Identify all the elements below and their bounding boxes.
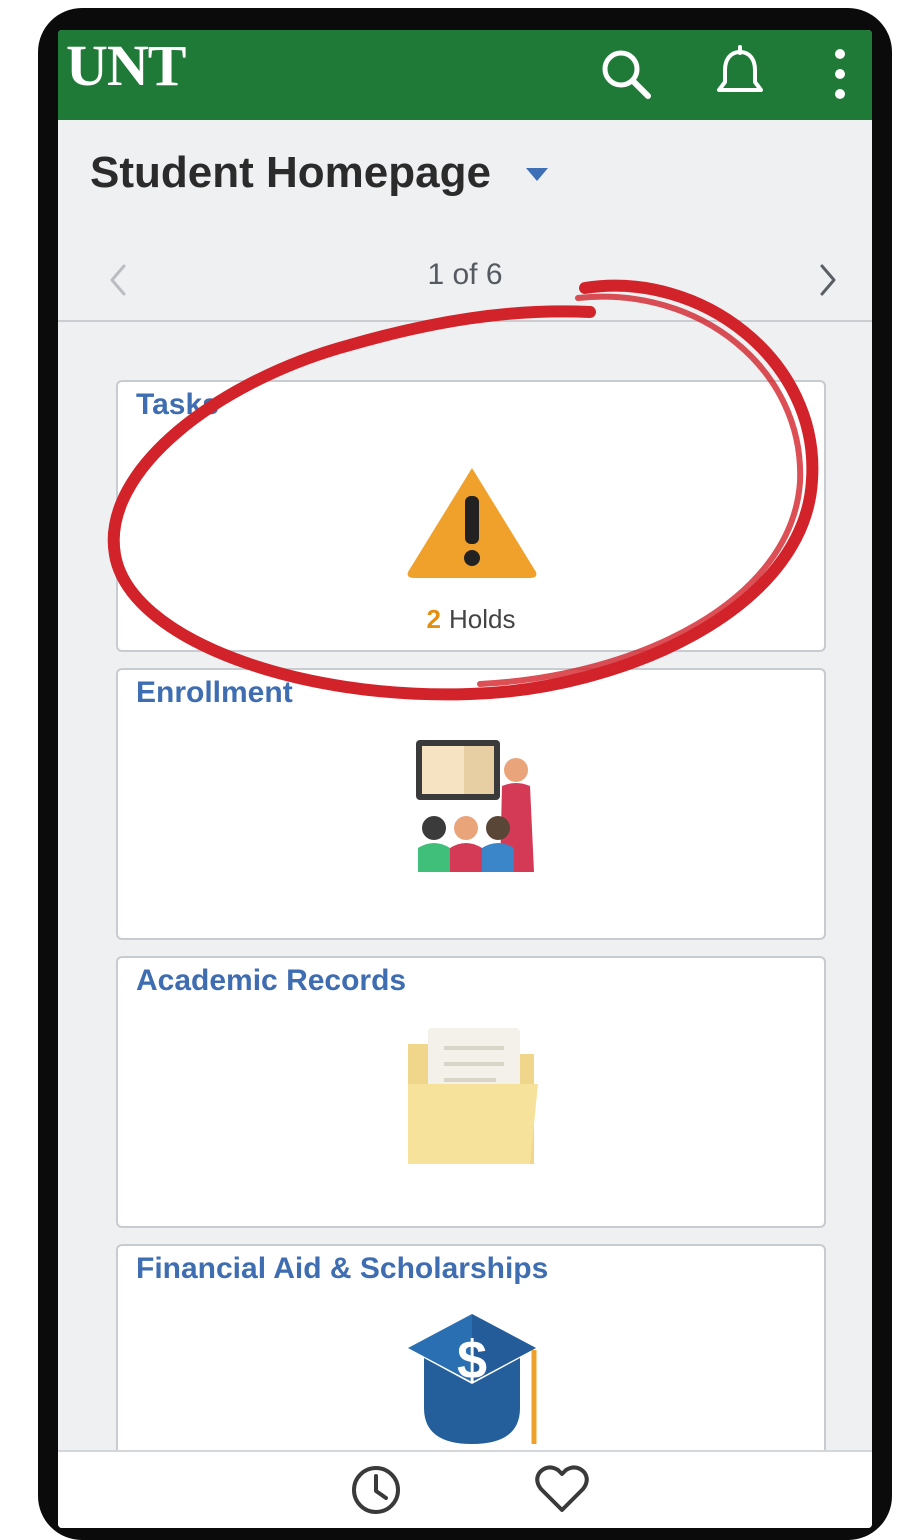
tile-title: Financial Aid & Scholarships	[136, 1252, 549, 1285]
tile-title: Tasks	[136, 388, 219, 421]
bell-icon[interactable]	[710, 44, 770, 104]
phone-frame: UNT Student Homepage 1 of 6 Tasks 2 Hold…	[38, 8, 892, 1540]
search-icon[interactable]	[596, 44, 656, 104]
folder-icon	[404, 1024, 544, 1174]
unt-logo[interactable]: UNT	[66, 32, 186, 99]
holds-summary: 2 Holds	[118, 604, 824, 635]
graduation-cap-dollar-icon: $	[408, 1312, 548, 1457]
screen: UNT Student Homepage 1 of 6 Tasks 2 Hold…	[58, 30, 872, 1528]
page-title[interactable]: Student Homepage	[90, 148, 491, 198]
kebab-menu-icon[interactable]	[820, 44, 860, 104]
recent-history-icon[interactable]	[346, 1458, 406, 1518]
svg-text:$: $	[457, 1330, 487, 1390]
page-indicator: 1 of 6	[427, 258, 503, 291]
favorites-heart-icon[interactable]	[532, 1458, 592, 1518]
tile-tasks[interactable]: Tasks 2 Holds	[116, 380, 826, 652]
holds-label: Holds	[448, 604, 516, 634]
page-header: Student Homepage 1 of 6	[58, 120, 872, 322]
tile-enrollment[interactable]: Enrollment	[116, 668, 826, 940]
bottom-bar	[58, 1450, 872, 1528]
tile-title: Academic Records	[136, 964, 407, 997]
warning-icon	[402, 462, 542, 587]
holds-count: 2	[426, 604, 441, 634]
chevron-right-icon[interactable]	[808, 258, 848, 302]
top-bar: UNT	[58, 30, 872, 120]
tile-title: Enrollment	[136, 676, 293, 709]
classroom-icon	[412, 736, 542, 881]
tile-list: Tasks 2 Holds Enrollment Academic Record…	[58, 322, 872, 1504]
tile-academic-records[interactable]: Academic Records	[116, 956, 826, 1228]
chevron-down-icon[interactable]	[526, 168, 548, 181]
